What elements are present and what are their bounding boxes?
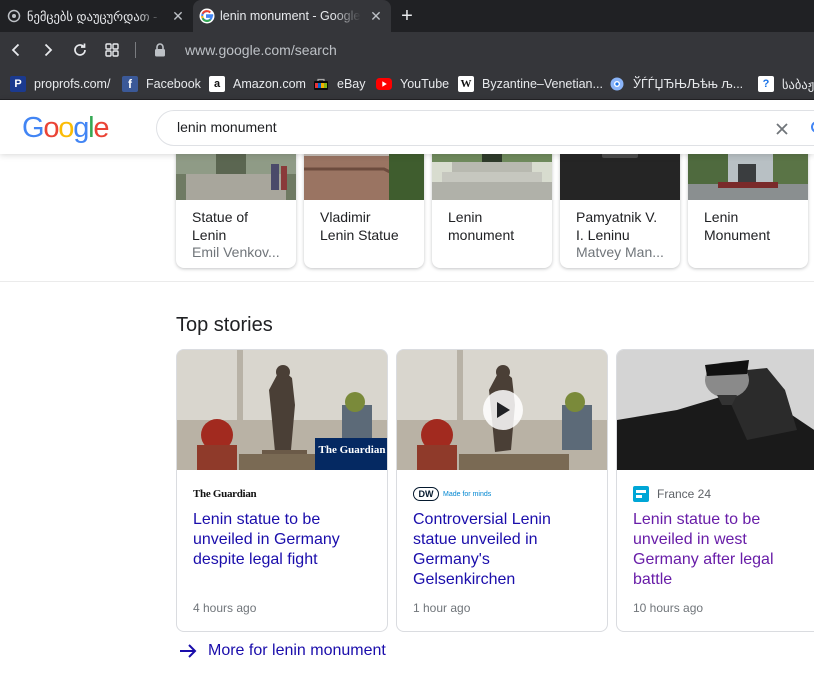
- story-headline[interactable]: Lenin statue to be unveiled in west Germ…: [633, 510, 814, 590]
- bookmark-amazon[interactable]: a Amazon.com: [209, 68, 306, 100]
- image-caption-line1: Vladimir: [320, 209, 371, 225]
- image-caption-line1: Lenin: [704, 209, 739, 225]
- dw-logo-icon: DW: [413, 487, 439, 501]
- story-card[interactable]: France 24 Lenin statue to be unveiled in…: [616, 349, 814, 632]
- image-source: Matvey Man...: [576, 244, 664, 260]
- ebay-icon: [313, 76, 329, 92]
- reload-icon: [74, 43, 86, 56]
- story-time: 1 hour ago: [413, 601, 471, 615]
- story-card[interactable]: DW Made for minds Controversial Lenin st…: [396, 349, 608, 632]
- google-header: Google: [0, 100, 814, 154]
- back-button[interactable]: [6, 40, 26, 60]
- story-image: The Guardian: [177, 350, 387, 470]
- image-card[interactable]: Vladimir Lenin Statue: [304, 154, 424, 268]
- thumbnail-image: [560, 154, 680, 200]
- story-card[interactable]: The Guardian The Guardian Lenin statue t…: [176, 349, 388, 632]
- forward-button[interactable]: [38, 40, 58, 60]
- thumbnail-image: [176, 154, 296, 200]
- new-tab-button[interactable]: +: [396, 5, 418, 27]
- tab-title: ნემცებს დაუცურდათ -: [27, 9, 158, 24]
- reload-button[interactable]: [70, 40, 90, 60]
- section-divider: [0, 281, 814, 282]
- publisher-tagline: Made for minds: [443, 490, 492, 498]
- speed-dial-button[interactable]: [102, 40, 122, 60]
- tab-title: lenin monument - Google S: [220, 9, 361, 23]
- bookmark-georgian-site[interactable]: ? საბაჟ: [758, 68, 814, 100]
- search-icon[interactable]: [809, 120, 814, 138]
- bookmark-youtube[interactable]: YouTube: [376, 68, 449, 100]
- tab-georgian-article[interactable]: ნემცებს დაუცურდათ - ✕: [0, 0, 193, 32]
- top-stories-title: Top stories: [176, 314, 273, 336]
- thumbnail-image: [688, 154, 808, 200]
- image-card[interactable]: Lenin Monument: [688, 154, 808, 268]
- image-caption-line2: monument: [448, 227, 515, 243]
- amazon-icon: a: [209, 76, 225, 92]
- story-image-badge: The Guardian: [319, 444, 386, 456]
- close-icon: [776, 123, 788, 135]
- image-caption-line2: I. Leninu: [576, 227, 630, 243]
- image-source: Emil Venkov...: [192, 244, 280, 260]
- lock-icon: [155, 43, 165, 57]
- search-input[interactable]: [177, 119, 737, 135]
- image-caption-line1: Lenin: [448, 209, 483, 225]
- tab-close-icon[interactable]: ✕: [367, 7, 385, 25]
- bookmarks-bar: P proprofs.com/ f Facebook a Amazon.com …: [0, 68, 814, 100]
- site-favicon-icon: [6, 8, 22, 24]
- image-caption-line1: Statue of: [192, 209, 249, 225]
- back-arrow-icon: [11, 43, 20, 57]
- play-button[interactable]: [483, 390, 523, 430]
- tab-google-search[interactable]: lenin monument - Google S ✕: [193, 0, 391, 32]
- bookmark-cyrillic-site[interactable]: ЎЃЃЏЂЊЉѣњ љ...: [609, 68, 743, 100]
- toolbar-separator: [135, 42, 136, 58]
- image-card[interactable]: Lenin monument: [432, 154, 552, 268]
- tab-strip: ნემცებს დაუცურდათ - ✕ lenin monument - G…: [0, 0, 814, 32]
- search-results: Statue of Lenin Emil Venkov... Vladimir …: [0, 154, 814, 682]
- story-headline[interactable]: Lenin statue to be unveiled in Germany d…: [193, 510, 375, 570]
- image-caption-line2: Monument: [704, 227, 771, 243]
- unknown-page-icon: ?: [758, 76, 774, 92]
- bookmark-facebook[interactable]: f Facebook: [122, 68, 201, 100]
- play-icon: [497, 402, 510, 418]
- image-card[interactable]: Statue of Lenin Emil Venkov...: [176, 154, 296, 268]
- search-box: [156, 110, 814, 146]
- publisher-logo: The Guardian: [193, 486, 257, 502]
- image-caption-line2: Lenin Statue: [320, 227, 399, 243]
- more-stories-link[interactable]: More for lenin monument: [178, 640, 386, 662]
- proprofs-icon: P: [10, 76, 26, 92]
- google-logo[interactable]: Google: [22, 112, 110, 145]
- clear-search-button[interactable]: [772, 119, 792, 139]
- publisher-logo: DW Made for minds: [413, 486, 491, 502]
- publisher-name: France 24: [657, 487, 712, 501]
- wikipedia-icon: W: [458, 76, 474, 92]
- image-card[interactable]: Pamyatnik V. I. Leninu Matvey Man...: [560, 154, 680, 268]
- publisher-name: The Guardian: [193, 488, 257, 500]
- story-image: [617, 350, 814, 470]
- publisher-logo: France 24: [633, 486, 711, 502]
- facebook-icon: f: [122, 76, 138, 92]
- story-time: 10 hours ago: [633, 601, 704, 615]
- thumbnail-image: [304, 154, 424, 200]
- tab-close-icon[interactable]: ✕: [169, 7, 187, 25]
- google-favicon-icon: [199, 8, 215, 24]
- image-caption-line1: Pamyatnik V.: [576, 209, 658, 225]
- forward-arrow-icon: [44, 43, 53, 57]
- url-text: www.google.com/search: [185, 42, 337, 58]
- story-time: 4 hours ago: [193, 601, 257, 615]
- bookmark-wikipedia[interactable]: W Byzantine–Venetian...: [458, 68, 603, 100]
- grid-icon: [105, 43, 119, 57]
- address-bar[interactable]: www.google.com/search: [150, 32, 810, 68]
- bookmark-proprofs[interactable]: P proprofs.com/: [10, 68, 110, 100]
- arrow-right-icon: [180, 644, 197, 658]
- france24-icon: [633, 486, 649, 502]
- youtube-icon: [376, 76, 392, 92]
- globe-icon: [609, 76, 625, 92]
- image-caption-line2: Lenin: [192, 227, 227, 243]
- story-headline[interactable]: Controversial Lenin statue unveiled in G…: [413, 510, 595, 590]
- bookmark-ebay[interactable]: eBay: [313, 68, 366, 100]
- thumbnail-image: [432, 154, 552, 200]
